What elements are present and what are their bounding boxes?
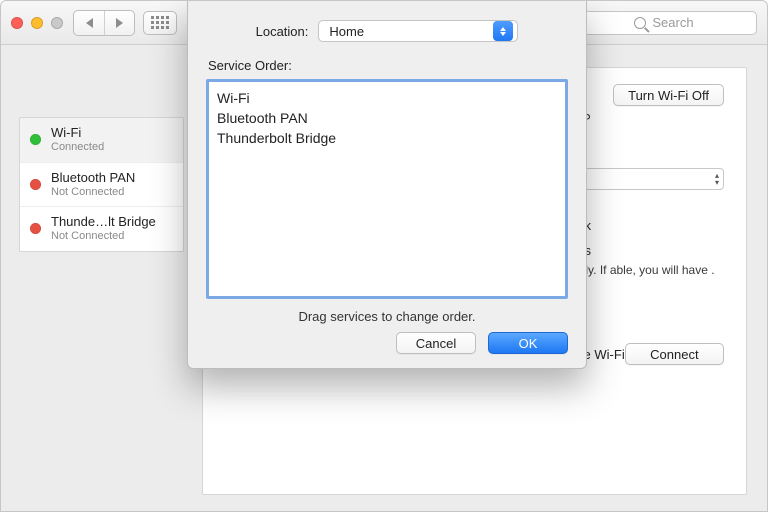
location-value: Home	[329, 24, 364, 39]
service-item-bluetooth-pan[interactable]: Bluetooth PAN Not Connected	[20, 163, 183, 208]
service-status: Not Connected	[51, 230, 156, 243]
back-button[interactable]	[74, 11, 104, 35]
turn-wifi-off-button[interactable]: Turn Wi-Fi Off	[613, 84, 724, 106]
close-icon[interactable]	[11, 17, 23, 29]
nav-back-forward	[73, 10, 135, 36]
search-input[interactable]: Search	[571, 11, 757, 35]
sidebar-wrap: Wi-Fi Connected Bluetooth PAN Not Connec…	[1, 45, 184, 511]
service-status: Not Connected	[51, 186, 135, 199]
chevron-right-icon	[116, 18, 123, 28]
location-row: Location: Home	[206, 20, 568, 42]
cancel-button[interactable]: Cancel	[396, 332, 476, 354]
show-all-button[interactable]	[143, 11, 177, 35]
status-dot-icon	[30, 223, 41, 234]
network-prefs-window: Network Search Wi-Fi Connected Bluetooth	[0, 0, 768, 512]
grid-icon	[151, 16, 169, 29]
ok-button[interactable]: OK	[488, 332, 568, 354]
service-item-thunderbolt-bridge[interactable]: Thunde…lt Bridge Not Connected	[20, 207, 183, 251]
list-item[interactable]: Wi-Fi	[217, 88, 557, 108]
popup-arrows-icon	[493, 21, 513, 41]
connect-button[interactable]: Connect	[625, 343, 724, 365]
minimize-icon[interactable]	[31, 17, 43, 29]
window-controls	[11, 17, 63, 29]
search-icon	[634, 17, 646, 29]
forward-button[interactable]	[104, 11, 134, 35]
service-name: Wi-Fi	[51, 126, 104, 141]
service-order-list[interactable]: Wi-Fi Bluetooth PAN Thunderbolt Bridge	[206, 79, 568, 299]
stepper-icon: ▴▾	[715, 172, 719, 186]
service-order-label: Service Order:	[208, 58, 568, 73]
status-dot-icon	[30, 179, 41, 190]
search-placeholder: Search	[652, 15, 693, 30]
service-list: Wi-Fi Connected Bluetooth PAN Not Connec…	[19, 117, 184, 252]
drag-hint: Drag services to change order.	[206, 309, 568, 324]
service-name: Bluetooth PAN	[51, 171, 135, 186]
service-order-sheet: Location: Home Service Order: Wi-Fi Blue…	[187, 1, 587, 369]
service-name: Thunde…lt Bridge	[51, 215, 156, 230]
list-item[interactable]: Thunderbolt Bridge	[217, 128, 557, 148]
sheet-buttons: Cancel OK	[206, 332, 568, 354]
list-item[interactable]: Bluetooth PAN	[217, 108, 557, 128]
chevron-left-icon	[86, 18, 93, 28]
location-label: Location:	[256, 24, 309, 39]
status-dot-icon	[30, 134, 41, 145]
service-status: Connected	[51, 141, 104, 154]
zoom-icon[interactable]	[51, 17, 63, 29]
location-popup[interactable]: Home	[318, 20, 518, 42]
service-item-wifi[interactable]: Wi-Fi Connected	[20, 118, 183, 163]
